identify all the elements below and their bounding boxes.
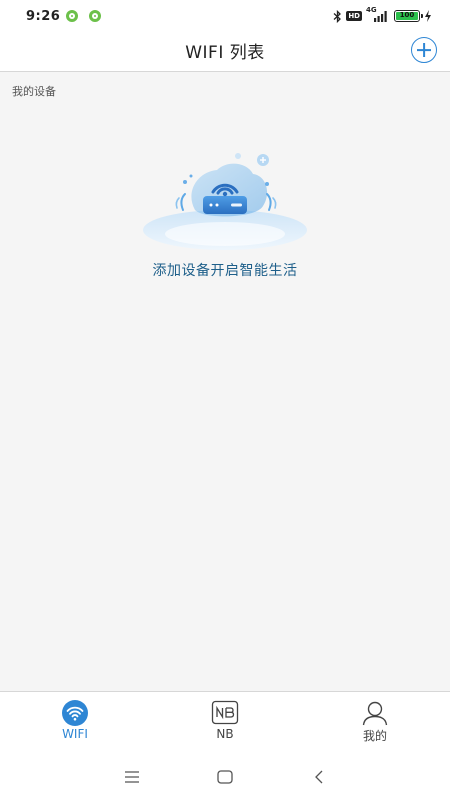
page-title: WIFI 列表: [185, 43, 265, 63]
battery-level: 100: [396, 12, 418, 20]
status-bar: 9:26 HD 4G 100: [0, 0, 450, 34]
tab-label: NB: [216, 727, 234, 741]
signal-icon: 4G: [366, 6, 390, 23]
back-icon[interactable]: [308, 767, 330, 787]
person-icon: [362, 701, 388, 726]
menu-icon[interactable]: [121, 767, 143, 787]
hd-badge: HD: [346, 11, 362, 21]
home-icon[interactable]: [214, 767, 236, 787]
status-time: 9:26: [26, 9, 61, 24]
empty-state-message: 添加设备开启智能生活: [152, 263, 298, 279]
tab-wifi[interactable]: WIFI: [0, 692, 150, 753]
app-notification-icon: [66, 10, 78, 22]
charging-icon: [425, 10, 431, 22]
app-notification-icon: [89, 10, 101, 22]
tab-nb[interactable]: NB: [150, 692, 300, 753]
add-device-button[interactable]: [411, 37, 437, 63]
wifi-icon: [62, 700, 88, 726]
system-nav-bar: [0, 753, 450, 800]
tab-label: 我的: [362, 729, 387, 743]
wifi-router-illustration: [143, 153, 307, 250]
nb-icon: [211, 700, 239, 725]
device-list-area[interactable]: 我的设备 添加设备开启智能生活: [0, 72, 450, 691]
section-label: 我的设备: [12, 85, 56, 98]
tab-label: WIFI: [62, 727, 88, 741]
tab-mine[interactable]: 我的: [300, 692, 450, 753]
bottom-tab-bar: WIFI NB 我的: [0, 691, 450, 753]
battery-icon: 100: [394, 10, 423, 22]
status-indicators: HD 4G 100: [333, 6, 432, 24]
bluetooth-icon: [333, 9, 342, 23]
title-bar: WIFI 列表: [0, 34, 450, 72]
